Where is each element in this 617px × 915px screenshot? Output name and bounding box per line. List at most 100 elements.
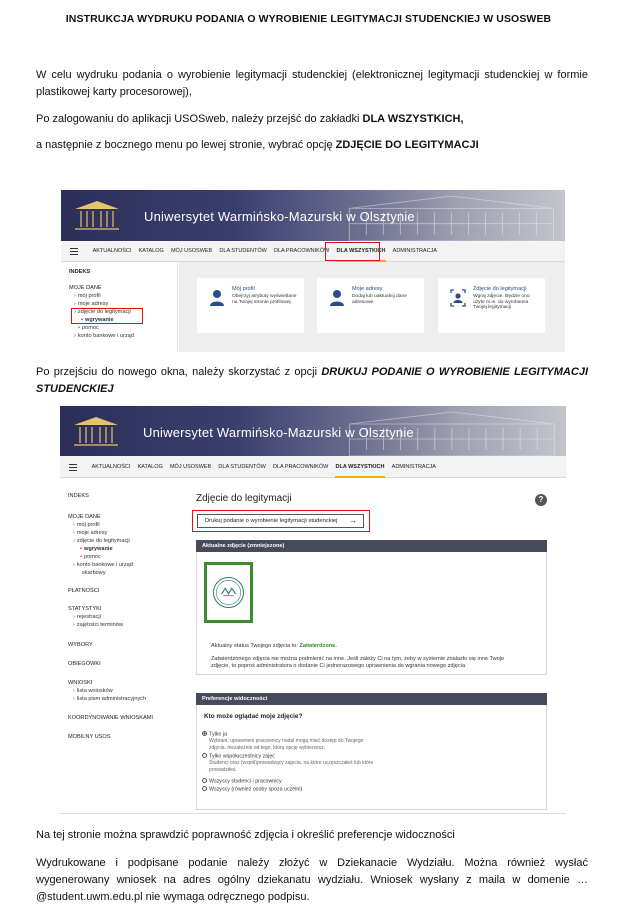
university-seal-icon <box>213 577 244 608</box>
card-moje-adresy[interactable]: Moje adresy Dodaj lub uaktualnij dane ad… <box>317 278 424 333</box>
menu-heading-indeks[interactable]: INDEKS <box>69 269 90 275</box>
visibility-option-only-me[interactable]: Tylko ja <box>202 731 227 738</box>
photo-page-content: Zdjęcie do legitymacji ? Drukuj podanie … <box>182 479 566 813</box>
menu-link-konto[interactable]: › konto bankowe i urząd <box>74 333 134 339</box>
menu-heading-wybory[interactable]: WYBORY <box>68 642 93 648</box>
nav-dla-pracownikow[interactable]: DLA PRACOWNIKÓW <box>270 241 333 262</box>
nav-katalog[interactable]: KATALOG <box>134 457 166 478</box>
menu-heading-indeks[interactable]: INDEKS <box>68 493 89 499</box>
radio-icon[interactable] <box>202 786 207 791</box>
user-icon <box>330 290 344 306</box>
nav-katalog[interactable]: KATALOG <box>135 241 167 262</box>
menu-link-profil[interactable]: › mój profil <box>73 522 100 528</box>
highlight-box <box>71 308 143 324</box>
status-badge: Zatwierdzone. <box>299 643 337 649</box>
photo-panel: Aktualny status Twojego zdjęcia to: Zatw… <box>196 552 547 675</box>
university-logo-icon <box>74 417 118 446</box>
option-description: prowadziłeś. <box>209 767 237 773</box>
text: a następnie z bocznego menu po lewej str… <box>36 139 336 151</box>
label: lista pism administracyjnych <box>76 696 147 702</box>
menu-heading-wnioski[interactable]: WNIOSKI <box>68 680 92 686</box>
menu-link-zajetosci[interactable]: › zajętości terminów <box>73 622 123 628</box>
nav-moj-usosweb[interactable]: MÓJ USOSWEB <box>166 457 214 478</box>
help-icon[interactable]: ? <box>535 494 547 506</box>
tab-name-emphasis: DLA WSZYSTKICH, <box>362 113 464 125</box>
radio-selected-icon[interactable] <box>202 731 207 736</box>
card-zdjecie-do-legitymacji[interactable]: Zdjęcie do legitymacji Wgraj zdjęcie. Bę… <box>438 278 545 333</box>
paragraph-menu: a następnie z bocznego menu po lewej str… <box>36 137 588 154</box>
side-menu: INDEKS MOJE DANE › mój profil › moje adres… <box>60 479 181 813</box>
menu-heading-platnosci[interactable]: PŁATNOŚCI <box>68 588 99 594</box>
menu-heading-statystyki[interactable]: STATYSTYKI <box>68 606 101 612</box>
visibility-option-participants[interactable]: Tylko współuczestnicy zajęć <box>202 753 275 760</box>
menu-heading-obiegowki[interactable]: OBIEGÓWKI <box>68 661 101 667</box>
card-moj-profil[interactable]: Mój profil Obejrzyj atrybuty wyświetlane… <box>197 278 304 333</box>
nav-administracja[interactable]: ADMINISTRACJA <box>389 241 441 262</box>
photo-id-icon <box>450 289 466 307</box>
label: pomoc <box>81 325 99 331</box>
nav-dla-pracownikow[interactable]: DLA PRACOWNIKÓW <box>269 457 332 478</box>
user-icon <box>210 290 224 306</box>
paragraph-intro: W celu wydruku podania o wyrobienie legi… <box>36 69 588 98</box>
nav-aktualnosci[interactable]: AKTUALNOŚCI <box>88 457 134 478</box>
photo-status: Aktualny status Twojego zdjęcia to: Zatw… <box>211 643 337 651</box>
menu-sublink-wgrywanie[interactable]: • wgrywanie <box>80 546 113 552</box>
menu-heading-moje-dane[interactable]: MOJE DANE <box>68 514 101 520</box>
menu-link-zdjecie[interactable]: › zdjęcie do legitymacji <box>73 538 130 544</box>
text: Po zalogowaniu do aplikacji USOSweb, nal… <box>36 113 363 125</box>
university-logo-icon <box>75 201 119 230</box>
menu-link-rejestracji[interactable]: › rejestracji <box>73 614 101 620</box>
menu-link-konto[interactable]: › konto bankowe i urząd <box>73 562 133 568</box>
card-title: Moje adresy <box>352 286 383 292</box>
menu-link-adresy[interactable]: › moje adresy <box>73 530 107 536</box>
usos-banner: Uniwersytet Warmińsko-Mazurski w Olsztyn… <box>60 406 566 456</box>
visibility-option-everyone[interactable]: Wszyscy (również osoby spoza uczelni) <box>202 786 302 793</box>
label: rejestracji <box>76 614 101 620</box>
menu-link-pomoc[interactable]: • pomoc <box>80 554 101 560</box>
menu-link-lista-wnioskow[interactable]: › lista wniosków <box>73 688 113 694</box>
label: lista wniosków <box>76 688 113 694</box>
menu-heading-mobilny-usos[interactable]: MOBILNY USOS <box>68 734 110 740</box>
photo-panel-header: Aktualne zdjęcie (zmniejszone) <box>196 540 547 552</box>
current-photo <box>204 562 253 623</box>
nav-administracja[interactable]: ADMINISTRACJA <box>388 457 440 478</box>
paragraph-print-option: Po przejściu do nowego okna, należy skor… <box>36 364 588 398</box>
option-label: Wszyscy (również osoby spoza uczelni) <box>209 786 303 793</box>
visibility-option-students-staff[interactable]: Wszyscy studenci i pracownicy <box>202 778 282 785</box>
main-navigation: AKTUALNOŚCI KATALOG MÓJ USOSWEB DLA STUD… <box>60 456 566 478</box>
menu-heading-koordynowanie[interactable]: KOORDYNOWANIE WNIOSKAMI <box>68 715 153 721</box>
usos-banner: Uniwersytet Warmińsko-Mazurski w Olsztyn… <box>61 190 565 241</box>
nav-moj-usosweb[interactable]: MÓJ USOSWEB <box>167 241 215 262</box>
nav-dla-studentow[interactable]: DLA STUDENTÓW <box>215 457 270 478</box>
nav-aktualnosci[interactable]: AKTUALNOŚCI <box>89 241 135 262</box>
option-label: Tylko ja <box>209 731 227 738</box>
card-description: Dodaj lub uaktualnij dane adresowe. <box>352 294 407 305</box>
nav-dla-wszystkich[interactable]: DLA WSZYSTKICH <box>332 457 388 478</box>
option-name-emphasis: ZDJĘCIE DO LEGITYMACJI <box>335 139 479 151</box>
option-description: zdjęcia, niezależnie od tego, którą opcj… <box>209 745 326 751</box>
menu-link-konto-cont[interactable]: skarbowy <box>82 570 106 576</box>
menu-icon[interactable] <box>70 248 78 255</box>
radio-icon[interactable] <box>202 753 207 758</box>
option-label: Tylko współuczestnicy zajęć <box>209 753 275 760</box>
label: zajętości terminów <box>76 622 123 628</box>
status-label: Aktualny status Twojego zdjęcia to: <box>211 643 300 649</box>
site-title: Uniwersytet Warmińsko-Mazurski w Olsztyn… <box>143 425 414 440</box>
main-navigation: AKTUALNOŚCI KATALOG MÓJ USOSWEB DLA STUD… <box>61 241 565 262</box>
side-menu: INDEKS MOJE DANE › mój profil › moje adres… <box>61 262 178 352</box>
menu-link-lista-pism[interactable]: › lista pism administracyjnych <box>73 696 146 702</box>
label: wgrywanie <box>83 546 113 552</box>
nav-dla-studentow[interactable]: DLA STUDENTÓW <box>216 241 271 262</box>
menu-link-profil[interactable]: › mój profil <box>74 293 101 299</box>
paragraph-check-photo: Na tej stronie można sprawdzić poprawnoś… <box>36 829 455 841</box>
menu-link-pomoc[interactable]: • pomoc <box>78 325 99 331</box>
menu-icon[interactable] <box>69 464 77 471</box>
label: mój profil <box>77 293 101 299</box>
option-description: Studenci oraz (współ)prowadzący zajęcia,… <box>209 760 374 766</box>
paragraph-submit: Wydrukowane i podpisane podanie należy z… <box>36 857 588 903</box>
radio-icon[interactable] <box>202 778 207 783</box>
menu-heading-moje-dane[interactable]: MOJE DANE <box>69 285 102 291</box>
menu-link-adresy[interactable]: › moje adresy <box>74 301 108 307</box>
dashboard-content: Mój profil Obejrzyj atrybuty wyświetlane… <box>179 262 565 352</box>
card-title: Mój profil <box>232 286 255 292</box>
